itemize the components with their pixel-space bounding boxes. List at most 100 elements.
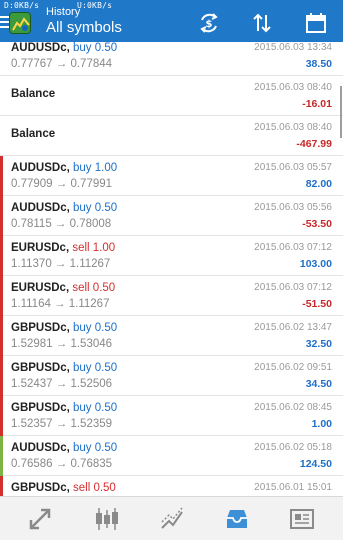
scrollbar[interactable] <box>340 86 342 138</box>
deal-symbol: EURUSDc, sell 1.00 <box>11 242 115 254</box>
deal-time: 2015.06.03 07:12 <box>254 282 332 293</box>
chart-nav-icon[interactable] <box>87 497 127 540</box>
deal-symbol: EURUSDc, sell 0.50 <box>11 282 115 294</box>
deal-symbol: AUDUSDc, buy 0.50 <box>11 202 117 214</box>
sort-arrows-icon[interactable] <box>249 10 275 36</box>
deal-side: sell 0.50 <box>73 482 116 494</box>
deal-marker <box>0 436 3 476</box>
quotes-nav-icon[interactable] <box>20 497 60 540</box>
deal-marker <box>0 76 3 116</box>
deal-marker <box>0 356 3 396</box>
currency-exchange-icon[interactable]: $ <box>196 10 222 36</box>
deal-profit: 32.50 <box>305 338 332 350</box>
deal-symbol: AUDUSDc, buy 1.00 <box>11 162 117 174</box>
deal-side: buy 0.50 <box>73 42 118 54</box>
deal-time: 2015.06.03 05:57 <box>254 162 332 173</box>
deal-prices: 0.77909 → 0.77991 <box>11 178 113 190</box>
deal-symbol: Balance <box>11 88 55 100</box>
deal-symbol-name: Balance <box>11 88 56 100</box>
history-list[interactable]: AUDUSDc, buy 0.50 0.77767 → 0.77844 2015.0… <box>0 42 343 502</box>
deal-row[interactable]: AUDUSDc, buy 0.50 0.78115 → 0.78008 2015.0… <box>0 196 343 236</box>
deal-prices: 1.52437 → 1.52506 <box>11 378 113 390</box>
app-logo-icon <box>9 12 31 34</box>
deal-side: buy 0.50 <box>73 362 118 374</box>
deal-symbol-name: EURUSDc, <box>11 282 70 294</box>
deal-marker <box>0 116 3 156</box>
deal-profit: -16.01 <box>302 98 332 110</box>
deal-time: 2015.06.03 07:12 <box>254 242 332 253</box>
balance-row[interactable]: Balance 2015.06.03 08:40 -467.99 <box>0 116 343 156</box>
balance-row[interactable]: Balance 2015.06.03 08:40 -16.01 <box>0 76 343 116</box>
deal-time: 2015.06.01 15:01 <box>254 482 332 493</box>
deal-prices: 0.77767 → 0.77844 <box>11 58 113 70</box>
symbol-filter[interactable]: All symbols <box>46 19 122 36</box>
deal-profit: -51.50 <box>302 298 332 310</box>
deal-row[interactable]: EURUSDc, sell 0.50 1.11164 → 1.11267 2015.… <box>0 276 343 316</box>
deal-side: sell 1.00 <box>72 242 116 254</box>
deal-row[interactable]: AUDUSDc, buy 1.00 0.77909 → 0.77991 2015.0… <box>0 156 343 196</box>
deal-row[interactable]: AUDUSDc, buy 0.50 0.77767 → 0.77844 2015.0… <box>0 42 343 76</box>
deal-symbol-name: Balance <box>11 128 56 140</box>
trade-nav-icon[interactable] <box>152 497 192 540</box>
menu-icon[interactable] <box>0 16 9 29</box>
deal-prices: 0.76586 → 0.76835 <box>11 458 113 470</box>
deal-prices: 1.52357 → 1.52359 <box>11 418 113 430</box>
history-nav-icon[interactable] <box>217 497 257 540</box>
deal-profit: 34.50 <box>305 378 332 390</box>
deal-row[interactable]: AUDUSDc, buy 0.50 0.76586 → 0.76835 2015.0… <box>0 436 343 476</box>
deal-marker <box>0 236 3 276</box>
deal-time: 2015.06.03 13:34 <box>254 42 332 53</box>
deal-side: buy 1.00 <box>73 162 118 174</box>
deal-symbol: AUDUSDc, buy 0.50 <box>11 442 117 454</box>
deal-time: 2015.06.03 08:40 <box>254 122 332 133</box>
deal-marker <box>0 156 3 196</box>
deal-profit: 1.00 <box>311 418 332 430</box>
deal-profit: -53.50 <box>302 218 332 230</box>
deal-symbol: GBPUSDc, buy 0.50 <box>11 362 117 374</box>
deal-symbol: GBPUSDc, sell 0.50 <box>11 482 116 494</box>
app-bar: D:0KB/s U:0KB/s History All symbols $ <box>0 0 343 42</box>
deal-profit: 82.00 <box>305 178 332 190</box>
calendar-icon[interactable] <box>303 10 329 36</box>
deal-side: buy 0.50 <box>73 202 118 214</box>
deal-row[interactable]: GBPUSDc, buy 0.50 1.52437 → 1.52506 2015.0… <box>0 356 343 396</box>
deal-prices: 0.78115 → 0.78008 <box>11 218 112 230</box>
deal-profit: -467.99 <box>296 138 332 150</box>
svg-text:$: $ <box>206 19 213 30</box>
deal-symbol-name: AUDUSDc, <box>11 442 70 454</box>
deal-symbol-name: AUDUSDc, <box>11 162 70 174</box>
deal-symbol-name: GBPUSDc, <box>11 322 70 334</box>
deal-symbol-name: GBPUSDc, <box>11 402 70 414</box>
bottom-navigation <box>0 496 343 540</box>
deal-symbol: AUDUSDc, buy 0.50 <box>11 42 117 54</box>
deal-side: buy 0.50 <box>73 322 118 334</box>
deal-marker <box>0 396 3 436</box>
deal-symbol: GBPUSDc, buy 0.50 <box>11 402 117 414</box>
deal-row[interactable]: GBPUSDc, buy 0.50 1.52357 → 1.52359 2015.0… <box>0 396 343 436</box>
deal-time: 2015.06.02 05:18 <box>254 442 332 453</box>
screen-title: History <box>46 6 81 18</box>
news-nav-icon[interactable] <box>282 497 322 540</box>
deal-profit: 124.50 <box>299 458 332 470</box>
deal-symbol-name: AUDUSDc, <box>11 42 70 54</box>
deal-marker <box>0 196 3 236</box>
deal-symbol: Balance <box>11 128 55 140</box>
deal-row[interactable]: GBPUSDc, buy 0.50 1.52981 → 1.53046 2015.0… <box>0 316 343 356</box>
deal-symbol-name: EURUSDc, <box>11 242 70 254</box>
deal-symbol-name: GBPUSDc, <box>11 362 70 374</box>
deal-marker <box>0 316 3 356</box>
deal-symbol-name: AUDUSDc, <box>11 202 70 214</box>
deal-symbol: GBPUSDc, buy 0.50 <box>11 322 117 334</box>
deal-row[interactable]: EURUSDc, sell 1.00 1.11370 → 1.11267 2015.… <box>0 236 343 276</box>
deal-time: 2015.06.03 08:40 <box>254 82 332 93</box>
deal-marker <box>0 42 3 76</box>
deal-profit: 103.00 <box>299 258 332 270</box>
deal-symbol-name: GBPUSDc, <box>11 482 70 494</box>
deal-prices: 1.52981 → 1.53046 <box>11 338 113 350</box>
download-speed: D:0KB/s <box>4 1 40 10</box>
upload-speed: U:0KB/s <box>77 1 113 10</box>
deal-prices: 1.11164 → 1.11267 <box>11 298 110 310</box>
deal-side: buy 0.50 <box>73 402 118 414</box>
deal-prices: 1.11370 → 1.11267 <box>11 258 111 270</box>
deal-time: 2015.06.03 05:56 <box>254 202 332 213</box>
